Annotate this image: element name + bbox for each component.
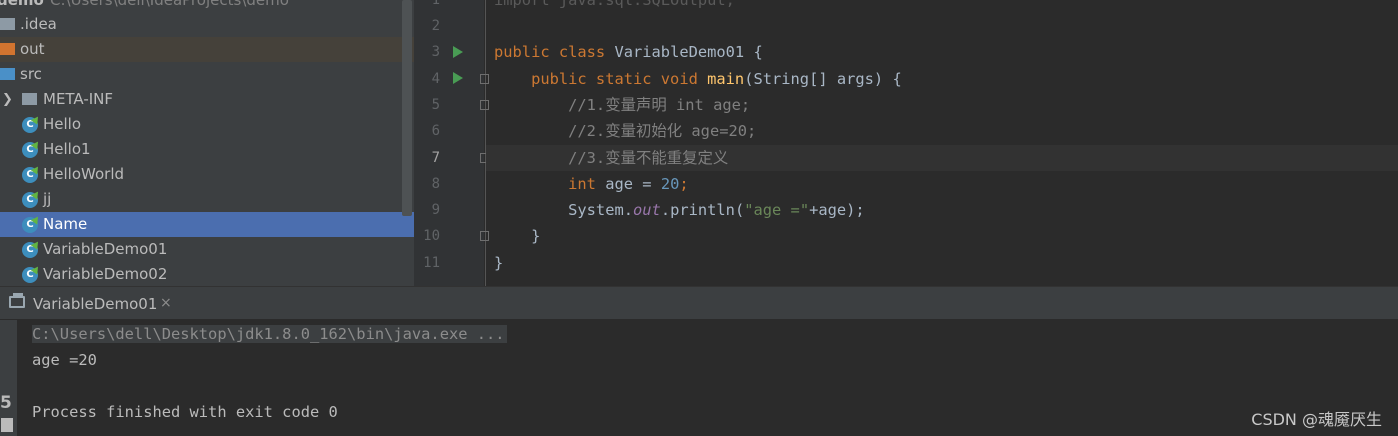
code-token: 20 bbox=[660, 175, 680, 193]
tree-item-idea[interactable]: .idea bbox=[0, 12, 414, 37]
code-token: System. bbox=[494, 201, 633, 219]
line-number: 10 bbox=[423, 228, 440, 244]
code-line-6: //2.变量初始化 age=20; bbox=[494, 122, 757, 140]
code-token: VariableDemo01 { bbox=[614, 43, 763, 61]
chevron-right-icon[interactable]: ❯ bbox=[2, 87, 13, 112]
tree-item-hello1[interactable]: C Hello1 bbox=[0, 137, 414, 162]
tree-item-label: Name bbox=[43, 215, 88, 233]
run-tab-bar: VariableDemo01 × bbox=[0, 286, 1398, 320]
close-icon[interactable]: × bbox=[160, 295, 172, 311]
line-number: 3 bbox=[431, 44, 440, 60]
run-class-icon[interactable] bbox=[453, 46, 463, 58]
code-token: out bbox=[633, 201, 661, 219]
console-exit-message: Process finished with exit code 0 bbox=[32, 403, 338, 421]
code-token: ; bbox=[679, 175, 689, 193]
run-main-icon[interactable] bbox=[453, 72, 463, 84]
line-number: 6 bbox=[431, 123, 440, 139]
run-console-icon bbox=[9, 293, 25, 308]
java-class-icon: C bbox=[22, 192, 38, 208]
line-number: 9 bbox=[431, 202, 440, 218]
code-line-3: public class VariableDemo01 { bbox=[494, 39, 763, 65]
code-line-4: public static void main(String[] args) { bbox=[494, 66, 902, 92]
code-line-10: } bbox=[494, 227, 541, 245]
tree-item-label: HelloWorld bbox=[43, 165, 125, 183]
tree-item-variabledemo01[interactable]: C VariableDemo01 bbox=[0, 237, 414, 262]
line-number: 2 bbox=[431, 18, 440, 34]
code-line-11: } bbox=[494, 254, 504, 272]
java-class-icon: C bbox=[22, 142, 38, 158]
folder-icon bbox=[22, 93, 37, 105]
java-class-icon: C bbox=[22, 242, 38, 258]
tree-item-hello[interactable]: C Hello bbox=[0, 112, 414, 137]
tree-item-label: jj bbox=[43, 190, 52, 208]
code-line-1: import java.sql.SQLOutput; bbox=[494, 0, 735, 9]
tree-item-out[interactable]: out bbox=[0, 37, 414, 62]
console-toolbar: 5 bbox=[0, 320, 17, 436]
code-line-9: System.out.println("age ="+age); bbox=[494, 197, 865, 223]
tree-item-label: out bbox=[20, 40, 45, 58]
console-output: age =20 bbox=[32, 351, 97, 369]
tree-item-variabledemo02[interactable]: C VariableDemo02 bbox=[0, 262, 414, 286]
run-tab-variabledemo01[interactable]: VariableDemo01 bbox=[33, 295, 157, 313]
toolbar-icon[interactable] bbox=[1, 418, 13, 432]
code-token: (String[] args) { bbox=[744, 70, 902, 88]
code-token: public class bbox=[494, 43, 615, 61]
tree-item-name[interactable]: C Name bbox=[0, 212, 414, 237]
tree-item-label: VariableDemo01 bbox=[43, 240, 168, 258]
code-line-7: //3.变量不能重复定义 bbox=[494, 149, 729, 167]
csdn-watermark: CSDN @魂魇厌生 bbox=[1251, 410, 1382, 429]
code-token: "age =" bbox=[744, 201, 810, 219]
tree-item-label: Hello bbox=[43, 115, 82, 133]
java-class-icon: C bbox=[22, 267, 38, 283]
code-editor[interactable]: import java.sql.SQLOutput; public class … bbox=[486, 0, 1398, 286]
line-number: 11 bbox=[423, 255, 440, 271]
java-class-icon: C bbox=[22, 217, 38, 233]
tree-item-meta-inf[interactable]: ❯ META-INF bbox=[0, 87, 414, 112]
tree-item-src[interactable]: src bbox=[0, 62, 414, 87]
tree-item-label: Hello1 bbox=[43, 140, 91, 158]
code-line-8: int age = 20; bbox=[494, 171, 689, 197]
java-class-icon: C bbox=[22, 167, 38, 183]
tree-item-label: .idea bbox=[20, 15, 57, 33]
line-number-current: 7 bbox=[431, 150, 440, 166]
line-number: 8 bbox=[431, 176, 440, 192]
tree-item-jj[interactable]: C jj bbox=[0, 187, 414, 212]
code-token: main bbox=[707, 70, 745, 88]
tree-item-label: src bbox=[20, 65, 42, 83]
source-folder-icon bbox=[0, 68, 15, 80]
code-token: public static void bbox=[494, 70, 708, 88]
folder-icon bbox=[0, 18, 15, 30]
line-number: 5 bbox=[431, 97, 440, 113]
project-tool-window: demo C:\Users\dell\IdeaProjects\demo .id… bbox=[0, 0, 414, 286]
code-line-5: //1.变量声明 int age; bbox=[494, 96, 751, 114]
console-command-line: C:\Users\dell\Desktop\jdk1.8.0_162\bin\j… bbox=[32, 321, 507, 347]
java-class-icon: C bbox=[22, 117, 38, 133]
tree-item-label: META-INF bbox=[43, 90, 114, 108]
code-token: age = bbox=[605, 175, 661, 193]
line-number: 4 bbox=[431, 71, 440, 87]
console-command[interactable]: C:\Users\dell\Desktop\jdk1.8.0_162\bin\j… bbox=[32, 325, 507, 343]
code-token: .println( bbox=[660, 201, 745, 219]
folder-icon bbox=[0, 43, 15, 55]
project-scrollbar[interactable] bbox=[402, 0, 412, 216]
tree-item-label: VariableDemo02 bbox=[43, 265, 168, 283]
toolbar-glyph[interactable]: 5 bbox=[0, 393, 12, 413]
line-number: 1 bbox=[431, 0, 440, 8]
code-token: +age); bbox=[809, 201, 865, 219]
code-token: int bbox=[494, 175, 606, 193]
tree-item-helloworld[interactable]: C HelloWorld bbox=[0, 162, 414, 187]
